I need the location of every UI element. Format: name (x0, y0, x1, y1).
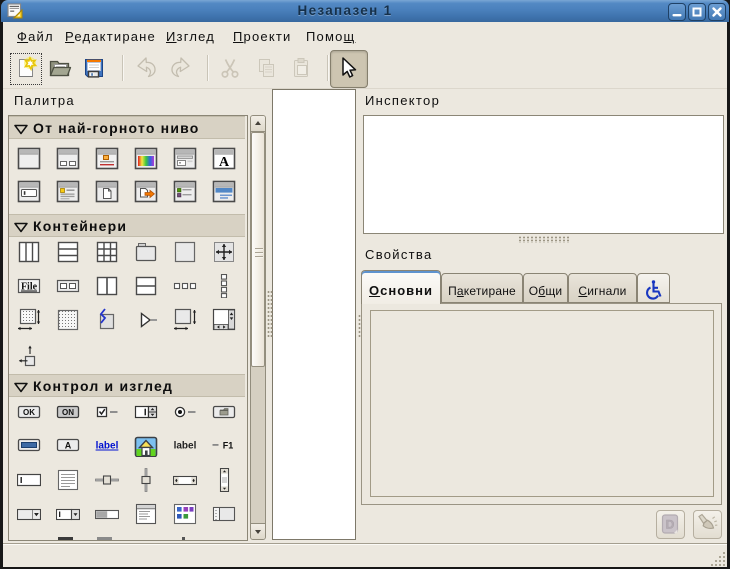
svg-text:File: File (21, 282, 38, 293)
svg-text:A: A (219, 155, 230, 170)
svg-text:D: D (666, 518, 675, 532)
svg-text:OK: OK (23, 408, 35, 417)
svg-text:label: label (174, 441, 197, 452)
svg-text:label: label (96, 441, 119, 452)
svg-text:ON: ON (62, 408, 74, 417)
svg-text:A: A (65, 441, 72, 451)
svg-text:F1: F1 (223, 441, 234, 451)
